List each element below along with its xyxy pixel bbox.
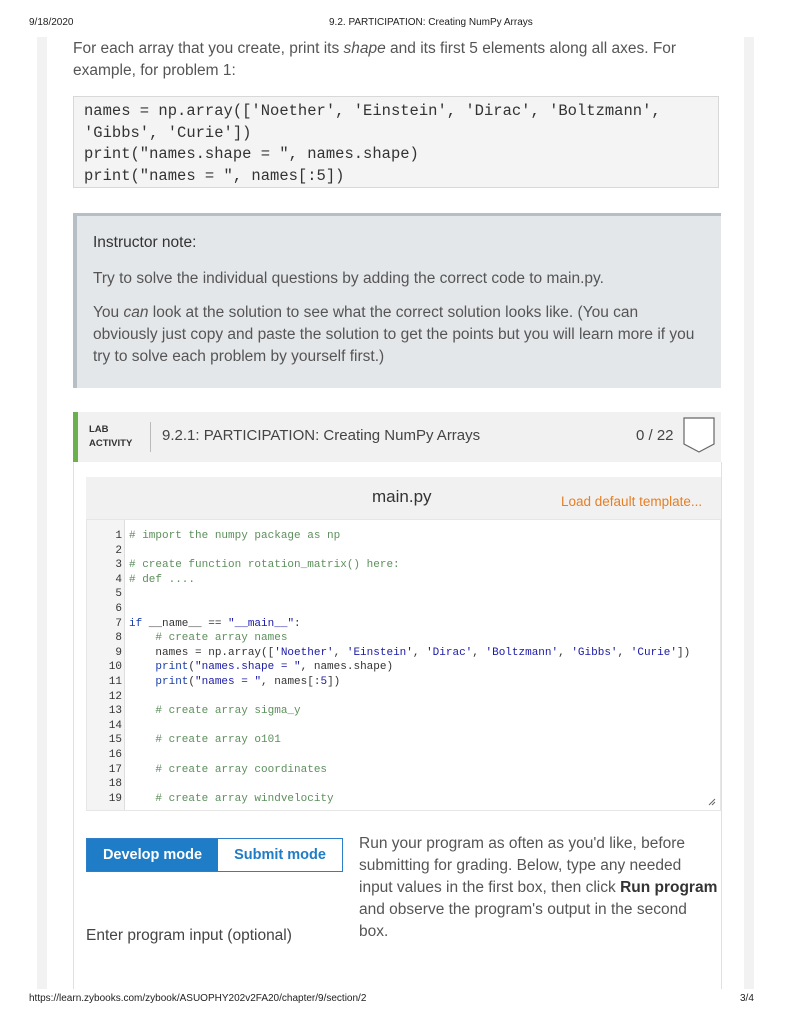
line-number: 19 (108, 792, 122, 805)
line-number: 6 (115, 603, 122, 615)
line-number: 9 (115, 646, 122, 659)
line-number: 16 (108, 749, 122, 761)
code-line: print("names.shape = ", names.shape) (155, 661, 394, 674)
example-code-line: 'Gibbs', 'Curie']) (84, 123, 252, 142)
submit-mode-button[interactable]: Submit mode (218, 839, 342, 871)
resize-handle-icon[interactable] (708, 798, 716, 806)
mode-toggle: Develop mode Submit mode (86, 838, 343, 872)
lab-score: 0 / 22 (636, 427, 674, 444)
code-line: # create array windvelocity (129, 792, 334, 805)
line-number: 1 (115, 530, 122, 542)
code-line: # create array sigma_y (129, 705, 301, 718)
instructor-note: Instructor note: Try to solve the indivi… (73, 213, 721, 388)
line-number: 10 (108, 661, 122, 674)
example-code-line: names = np.array(['Noether', 'Einstein',… (84, 102, 661, 120)
code-line: names = np.array(['Noether', 'Einstein',… (129, 646, 691, 659)
line-number: 14 (108, 719, 122, 732)
code-line: print("names = ", names[:5]) (155, 676, 341, 688)
line-number: 17 (108, 763, 122, 776)
line-number: 13 (108, 705, 122, 718)
print-title: 9.2. PARTICIPATION: Creating NumPy Array… (329, 17, 533, 28)
editor-header: main.py Load default template... (86, 477, 721, 519)
example-code-line: print("names = ", names[:5]) (84, 166, 345, 185)
lab-activity-header: LAB ACTIVITY 9.2.1: PARTICIPATION: Creati… (73, 412, 721, 462)
line-number: 2 (115, 544, 122, 557)
instructor-note-title: Instructor note: (93, 234, 197, 251)
code-line: # create array names (129, 632, 288, 645)
line-number: 18 (108, 778, 122, 791)
line-number: 7 (115, 617, 122, 630)
panel-border-left (73, 462, 74, 989)
code-line: # create array o101 (129, 734, 281, 747)
run-instructions: Run your program as often as you'd like,… (359, 835, 718, 940)
lab-activity-tag: LAB ACTIVITY (89, 424, 133, 449)
lab-divider (150, 422, 151, 452)
line-number: 12 (108, 690, 122, 703)
program-input-label: Enter program input (optional) (86, 927, 292, 944)
line-number: 15 (108, 734, 122, 747)
line-number: 4 (115, 573, 122, 586)
lab-title: 9.2.1: PARTICIPATION: Creating NumPy Arr… (162, 427, 481, 444)
code-line: # def .... (129, 573, 196, 586)
example-code-line: print("names.shape = ", names.shape) (84, 145, 419, 163)
print-url: https://learn.zybooks.com/zybook/ASUOPHY… (29, 993, 367, 1004)
example-code-block: names = np.array(['Noether', 'Einstein',… (73, 96, 719, 188)
page-gutter-left (37, 37, 47, 989)
print-page-number: 3/4 (740, 993, 754, 1004)
panel-border-right (721, 462, 722, 989)
load-default-template-link[interactable]: Load default template... (561, 494, 702, 509)
code-line: # import the numpy package as np (129, 530, 341, 542)
code-line: # create array coordinates (129, 763, 328, 776)
code-editor[interactable]: 1 2 3 4 5 6 7 8 9 10 11 12 13 14 15 16 1… (86, 519, 721, 811)
develop-mode-button[interactable]: Develop mode (87, 839, 218, 871)
instructor-note-p2: You can look at the solution to see what… (93, 304, 695, 365)
intro-text: For each array that you create, print it… (73, 40, 677, 79)
code-line: # create function rotation_matrix() here… (129, 559, 400, 572)
line-number: 11 (108, 676, 122, 688)
line-number: 5 (115, 588, 122, 601)
page-gutter-right (744, 37, 754, 989)
line-number: 3 (115, 559, 122, 572)
empty-badge-icon (683, 417, 715, 453)
print-date: 9/18/2020 (29, 17, 74, 28)
instructor-note-p1: Try to solve the individual questions by… (93, 270, 604, 287)
editor-filename: main.py (372, 487, 432, 506)
line-number: 8 (115, 632, 122, 645)
code-line: if __name__ == "__main__": (129, 617, 301, 630)
